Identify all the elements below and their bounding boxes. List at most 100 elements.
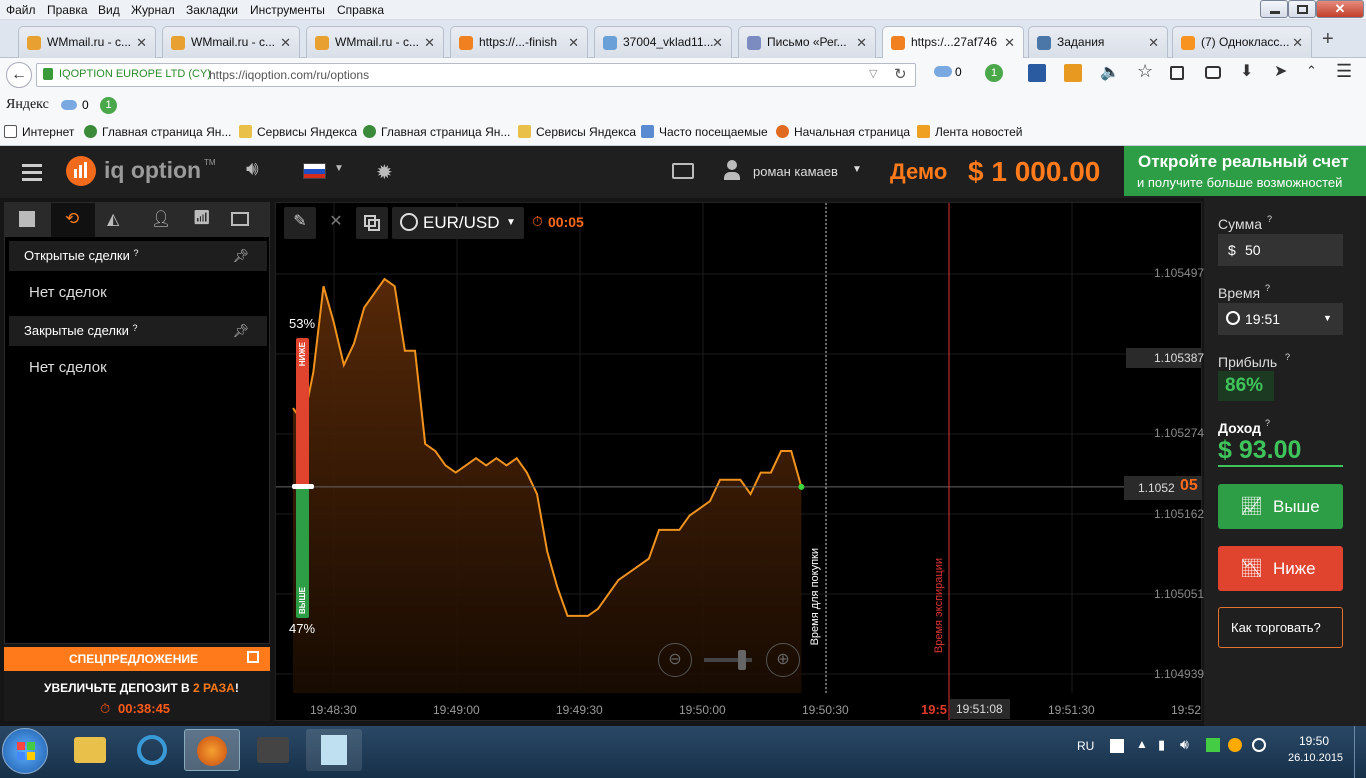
- zoom-slider-handle[interactable]: [738, 650, 746, 670]
- dropdown-icon[interactable]: ▽: [869, 67, 877, 80]
- menu-view[interactable]: Вид: [98, 3, 120, 17]
- url-bar[interactable]: IQOPTION EUROPE LTD (CY) https://iqoptio…: [36, 63, 916, 87]
- pencil-icon[interactable]: ✎: [284, 207, 316, 239]
- tab-list-icon[interactable]: [19, 211, 35, 227]
- chevron-up-icon[interactable]: ⌃: [1306, 63, 1317, 79]
- bookmark-item[interactable]: Сервисы Яндекса: [518, 125, 636, 139]
- hamburger-icon[interactable]: [22, 164, 42, 181]
- tab-history[interactable]: ⟲: [51, 203, 95, 237]
- logo-text[interactable]: iq option: [104, 157, 201, 184]
- help-icon[interactable]: ?: [1267, 214, 1272, 224]
- reload-icon[interactable]: ↻: [894, 65, 907, 83]
- browser-tab[interactable]: Письмо «Рег... ✕: [738, 26, 876, 58]
- copy-icon[interactable]: [356, 207, 388, 239]
- start-button[interactable]: [2, 728, 48, 774]
- bookmark-item[interactable]: Начальная страница: [776, 125, 910, 139]
- pin-icon[interactable]: 📌︎: [232, 248, 249, 264]
- flag-ru-icon[interactable]: [303, 163, 326, 179]
- zoom-out-icon[interactable]: ⊖: [658, 643, 692, 677]
- browser-tab[interactable]: 37004_vklad11... ✕: [594, 26, 732, 58]
- browser-tab[interactable]: https://...-finish ✕: [450, 26, 588, 58]
- cloud-icon[interactable]: [61, 100, 77, 110]
- volume-icon[interactable]: 🔊︎: [1180, 736, 1189, 753]
- pocket-icon[interactable]: [1205, 66, 1221, 79]
- ie-taskbar-icon[interactable]: [123, 729, 179, 771]
- menu-history[interactable]: Журнал: [131, 3, 175, 17]
- tray-app-icon[interactable]: [1206, 738, 1220, 752]
- bookmark-item[interactable]: Интернет: [4, 125, 74, 139]
- close-window-button[interactable]: ✕: [1316, 0, 1364, 18]
- network-icon[interactable]: ▮: [1158, 737, 1165, 753]
- bookmark-item[interactable]: Главная страница Ян...: [84, 125, 231, 139]
- tab-close-icon[interactable]: ✕: [856, 35, 867, 51]
- bookmark-item[interactable]: Сервисы Яндекса: [239, 125, 357, 139]
- open-deals-header[interactable]: Открытые сделки ? 📌︎: [9, 241, 267, 271]
- user-icon[interactable]: [724, 160, 740, 182]
- lower-button[interactable]: 📉︎ Ниже: [1218, 546, 1343, 591]
- maximize-button[interactable]: [1288, 0, 1316, 18]
- browser-tab[interactable]: (7) Однокласс... ✕: [1172, 26, 1312, 58]
- download-icon[interactable]: ⬇: [1240, 61, 1253, 81]
- flag-icon[interactable]: [1110, 739, 1124, 753]
- settings-icon[interactable]: ✹: [376, 160, 393, 185]
- logo-icon[interactable]: [66, 156, 96, 186]
- price-chart[interactable]: [276, 203, 1201, 720]
- send-icon[interactable]: ➤: [1274, 61, 1287, 81]
- new-tab-button[interactable]: +: [1322, 28, 1334, 51]
- account-balance[interactable]: $ 1 000.00: [968, 156, 1100, 188]
- open-real-account-button[interactable]: Откройте реальный счет и получите больше…: [1124, 146, 1366, 196]
- yandex-logo[interactable]: Яндекс: [6, 97, 49, 113]
- menu-help[interactable]: Справка: [337, 3, 384, 17]
- notepad-taskbar-icon[interactable]: [306, 729, 362, 771]
- amount-input[interactable]: $ 50: [1218, 234, 1343, 266]
- bookmark-item[interactable]: Лента новостей: [917, 125, 1023, 139]
- pin-icon[interactable]: 📌︎: [232, 323, 249, 339]
- help-icon[interactable]: ?: [1265, 283, 1270, 293]
- clock-time[interactable]: 19:50: [1299, 734, 1329, 748]
- tray-app-icon[interactable]: [1252, 738, 1266, 752]
- user-dropdown-icon[interactable]: ▼: [852, 164, 862, 175]
- menu-tools[interactable]: Инструменты: [250, 3, 325, 17]
- chart-icon[interactable]: ◭: [107, 209, 119, 229]
- tab-close-icon[interactable]: ✕: [712, 35, 723, 51]
- chart-area[interactable]: ✎ ✕ EUR/USD ▼ ⏱ 00:05 53% НИЖЕ ВЫШЕ 47% …: [275, 202, 1204, 721]
- signal-icon[interactable]: 📶︎: [193, 209, 211, 226]
- help-icon[interactable]: ?: [133, 323, 138, 333]
- tab-close-icon[interactable]: ✕: [1004, 35, 1015, 51]
- tab-close-icon[interactable]: ✕: [280, 35, 291, 51]
- asset-selector[interactable]: EUR/USD ▼: [392, 207, 524, 239]
- account-mode[interactable]: Демо: [890, 159, 947, 185]
- time-select[interactable]: 19:51 ▼: [1218, 303, 1343, 335]
- tab-close-icon[interactable]: ✕: [424, 35, 435, 51]
- external-link-icon[interactable]: [247, 651, 259, 663]
- people-icon[interactable]: 👤︎: [151, 209, 171, 229]
- browser-tab[interactable]: WMmail.ru - с... ✕: [18, 26, 156, 58]
- tray-app-icon[interactable]: [1228, 738, 1242, 752]
- game-taskbar-icon[interactable]: [245, 729, 301, 771]
- sound-icon[interactable]: 🔊︎: [246, 158, 259, 181]
- extension-icon[interactable]: [1028, 64, 1046, 82]
- language-indicator[interactable]: RU: [1077, 739, 1094, 753]
- speaker-icon[interactable]: 🔈: [1100, 62, 1120, 82]
- bookmark-item[interactable]: Главная страница Ян...: [363, 125, 510, 139]
- show-desktop-button[interactable]: [1354, 726, 1366, 778]
- browser-tab[interactable]: WMmail.ru - с... ✕: [306, 26, 444, 58]
- back-button[interactable]: ←: [6, 62, 32, 88]
- notification-badge[interactable]: 1: [985, 64, 1003, 82]
- language-dropdown-icon[interactable]: ▼: [334, 163, 344, 174]
- firefox-taskbar-icon[interactable]: [184, 729, 240, 771]
- explorer-taskbar-icon[interactable]: [62, 729, 118, 771]
- closed-deals-header[interactable]: Закрытые сделки ? 📌︎: [9, 316, 267, 346]
- tab-close-icon[interactable]: ✕: [1292, 35, 1303, 51]
- help-icon[interactable]: ?: [1265, 418, 1270, 428]
- promo-banner[interactable]: СПЕЦПРЕДЛОЖЕНИЕ: [4, 647, 270, 671]
- tray-arrow-icon[interactable]: ▲: [1136, 737, 1148, 751]
- user-name[interactable]: роман камаев: [753, 164, 838, 179]
- higher-button[interactable]: 📈︎ Выше: [1218, 484, 1343, 529]
- cloud-icon[interactable]: [934, 66, 952, 77]
- tab-close-icon[interactable]: ✕: [1148, 35, 1159, 51]
- tab-close-icon[interactable]: ✕: [568, 35, 579, 51]
- tab-close-icon[interactable]: ✕: [136, 35, 147, 51]
- mail-icon[interactable]: [672, 163, 694, 179]
- menu-edit[interactable]: Правка: [47, 3, 88, 17]
